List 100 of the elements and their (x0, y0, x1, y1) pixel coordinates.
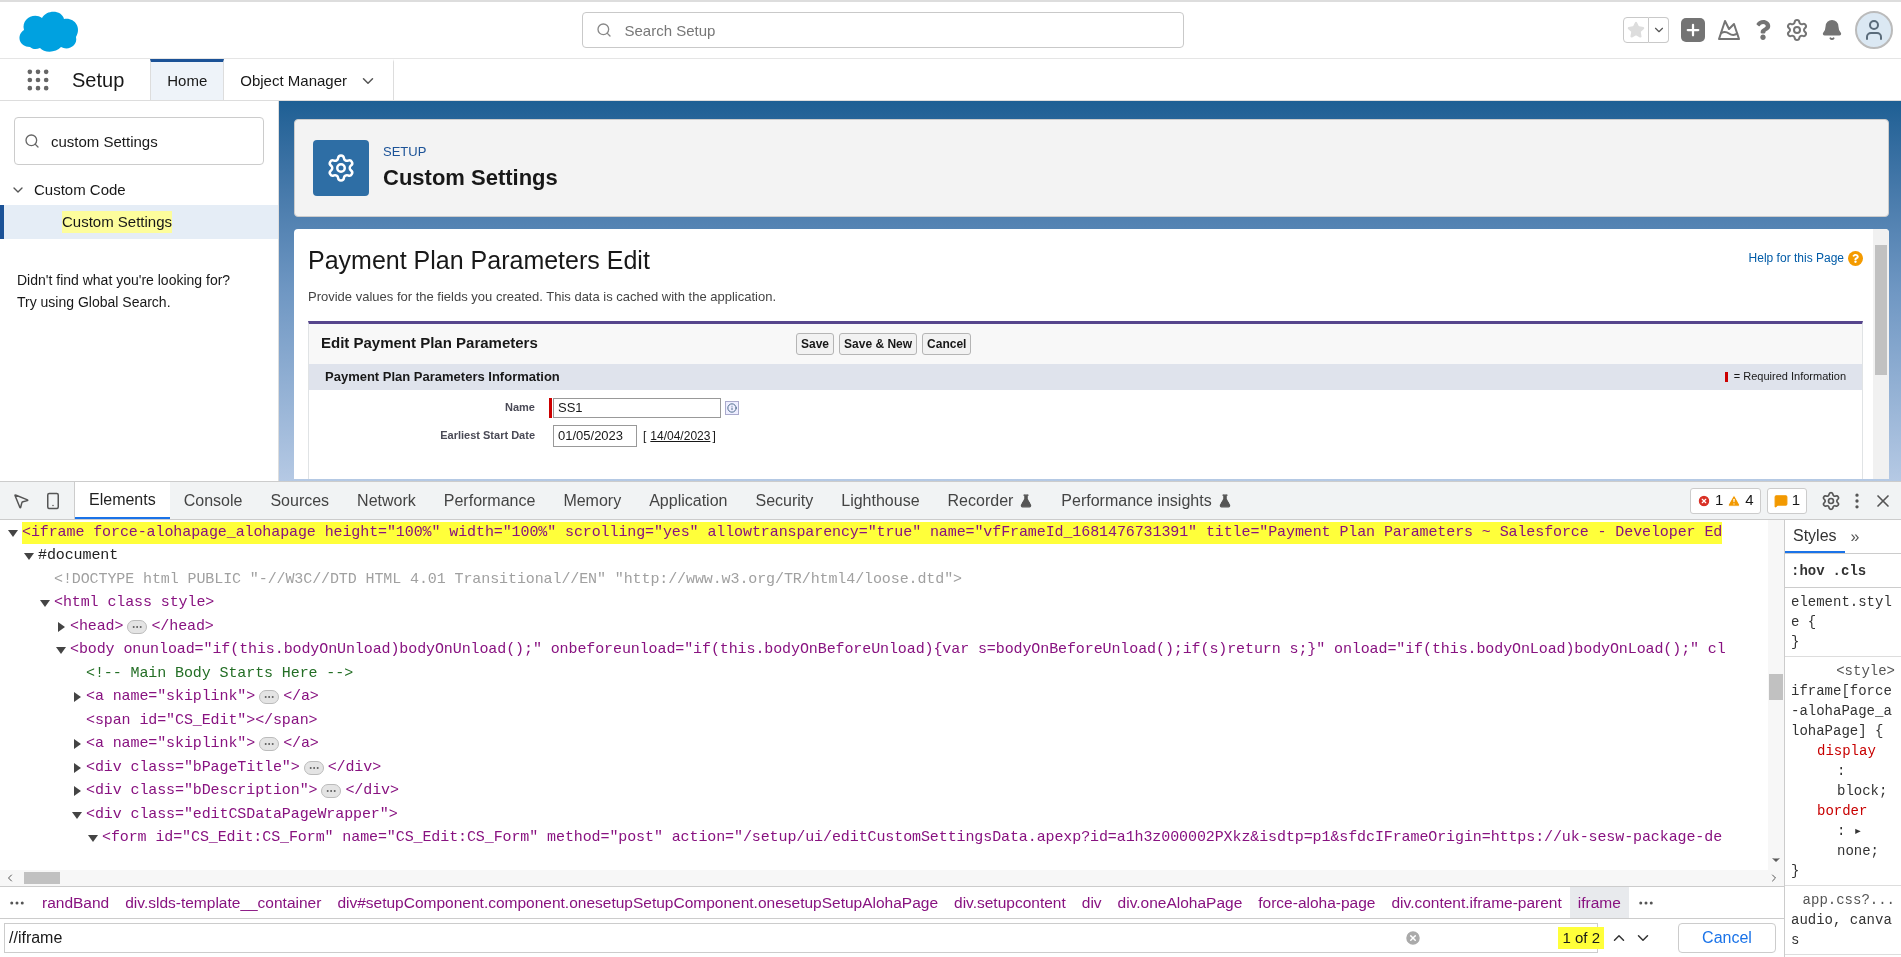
collapsed-triangle-icon[interactable] (72, 786, 82, 797)
cancel-button[interactable]: Cancel (1678, 923, 1776, 953)
breadcrumb-item[interactable]: div#setupComponent.component.onesetupSetupComponent.onesetupSetupAlohaPage (329, 887, 947, 918)
style-filter-button[interactable]: :hov (1791, 560, 1825, 581)
horizontal-scrollbar[interactable] (0, 870, 1784, 886)
devtools-tab[interactable]: Console (169, 482, 257, 519)
dom-node-text[interactable]: <form id="CS_Edit:CS_Form" name="CS_Edit:CS_Form" method="post" action="/setup/ui/editCustomSettingsData.apexp?id=a1h3z000002PXkz&isdtp=p1&sfdcIFrameOrigin=https://uk-sesw-package-de (102, 827, 1723, 850)
expanded-triangle-icon[interactable] (40, 598, 50, 609)
form-button[interactable]: Save & New (839, 332, 918, 355)
breadcrumb-item[interactable]: div.setupcontent (946, 887, 1074, 918)
mountain-icon[interactable] (1717, 18, 1741, 42)
ellipsis-badge-icon[interactable] (303, 760, 324, 775)
flask-icon (1019, 493, 1034, 508)
breadcrumb-item[interactable]: div (1073, 887, 1110, 918)
field-label: Name (504, 400, 536, 416)
devtools-tab[interactable]: Security (741, 482, 828, 519)
name-field[interactable]: SS1 (553, 397, 721, 418)
devtools-tab[interactable]: Sources (256, 482, 344, 519)
scrollbar-thumb[interactable] (1769, 674, 1783, 700)
vertical-scrollbar[interactable] (1768, 520, 1784, 870)
issues-button[interactable]: 1 (1766, 487, 1807, 514)
devtools-tab[interactable]: Performance (429, 482, 550, 519)
dom-node-text[interactable]: <a name="skiplink"> (86, 686, 256, 709)
style-property-value: : block; (1836, 762, 1889, 801)
help-link[interactable]: Help for this Page (1748, 249, 1844, 267)
style-property-value: : ▸ none; (1836, 822, 1880, 861)
breadcrumb-item[interactable]: force-aloha-page (1250, 887, 1384, 918)
breadcrumb-item[interactable]: div.slds-template__container (117, 887, 330, 918)
section-title: Payment Plan Parameters Information (325, 367, 560, 386)
form-title: Edit Payment Plan Parameters (321, 333, 539, 354)
dom-node-text[interactable]: #document (38, 545, 119, 568)
collapsed-triangle-icon[interactable] (72, 692, 82, 703)
breadcrumb-item[interactable]: iframe (1569, 887, 1629, 918)
collapsed-triangle-icon[interactable] (72, 739, 82, 750)
form-button[interactable]: Save (796, 332, 835, 355)
breadcrumb-item[interactable]: randBand (34, 887, 118, 918)
more-tabs-button[interactable]: » (1850, 526, 1860, 547)
date-field[interactable]: 01/05/2023 (553, 424, 637, 447)
devtools-tab[interactable]: Memory (549, 482, 636, 519)
dom-node-text[interactable]: <iframe force-alohapage_alohapage height="100%" width="100%" scrolling="yes" allowtransparency="true" name="vfFrameId_1681476731391" title="Payment Plan Parameters ~ Salesforce - Developer Ed (22, 521, 1723, 544)
notification-bell-icon[interactable] (1821, 19, 1843, 41)
devtools-tab[interactable]: Performance insights (1047, 482, 1246, 519)
style-selector: iframe[force-alohaPage_alohaPage] { (1791, 682, 1893, 741)
expanded-triangle-icon[interactable] (8, 527, 18, 538)
dom-node-text[interactable]: <div class="editCSDataPageWrapper"> (86, 803, 398, 826)
devtools-tab[interactable]: Recorder (933, 482, 1048, 519)
search-field[interactable]: Search Setup (581, 12, 1184, 48)
warning-icon (1727, 493, 1742, 508)
style-property-name: display (1817, 742, 1877, 761)
inspect-icon[interactable] (12, 491, 30, 510)
favorites-menu-button[interactable] (1649, 17, 1669, 43)
form-button[interactable]: Cancel (922, 332, 972, 355)
dom-node-text[interactable]: <head> (70, 615, 124, 638)
expanded-triangle-icon[interactable] (56, 645, 66, 656)
tree-item[interactable]: Custom Code (0, 175, 278, 205)
collapsed-triangle-icon[interactable] (56, 621, 66, 632)
expanded-triangle-icon[interactable] (72, 809, 82, 820)
scrollbar-thumb[interactable] (24, 872, 60, 884)
breadcrumb-item[interactable]: div.content.iframe-parent (1383, 887, 1570, 918)
ellipsis-badge-icon[interactable] (259, 737, 280, 752)
styles-tab[interactable]: Styles (1785, 520, 1845, 553)
vertical-scrollbar[interactable] (1873, 229, 1889, 479)
device-toggle-icon[interactable] (44, 491, 62, 510)
closing-tag-text: </a> (283, 734, 319, 754)
style-filter-button[interactable]: .cls (1832, 560, 1867, 581)
expanded-triangle-icon[interactable] (24, 551, 34, 562)
devtools-tab[interactable]: Network (343, 482, 430, 519)
style-source-link[interactable]: app.css?... (1802, 890, 1895, 910)
page-title: Custom Settings (383, 164, 558, 193)
dom-node-text[interactable]: <html class style> (54, 592, 215, 615)
dom-node-text[interactable]: <div class="bPageTitle"> (86, 756, 300, 779)
expanded-triangle-icon[interactable] (88, 833, 98, 844)
breadcrumb-item[interactable]: div.oneAlohaPage (1109, 887, 1251, 918)
collapsed-triangle-icon[interactable] (72, 762, 82, 773)
ellipsis-badge-icon[interactable] (127, 619, 148, 634)
ellipsis-badge-icon[interactable] (321, 784, 342, 799)
devtools-tab[interactable]: Lighthouse (827, 482, 934, 519)
devtools-tab[interactable]: Elements (75, 482, 170, 519)
ellipsis-badge-icon[interactable] (259, 690, 280, 705)
add-icon[interactable] (1681, 18, 1705, 42)
tree-item[interactable]: Custom Settings (0, 205, 278, 239)
issue-icon (1773, 493, 1788, 508)
dom-node-text[interactable]: <body onunload="if(this.bodyOnUnload)bodyOnUnload();" onbeforeunload="if(this.bodyOnBeforeUnload){var s=bodyOnBeforeUnload();if(s)return s;}" onload="if(this.bodyOnLoad)bodyOnLoad();" cl (70, 639, 1726, 662)
settings-icon[interactable] (1785, 18, 1809, 42)
dom-node-text[interactable]: <a name="skiplink"> (86, 733, 256, 756)
dom-node-text[interactable]: <div class="bDescription"> (86, 780, 318, 803)
closing-tag-text: </head> (151, 616, 214, 637)
field-label: Earliest Start Date (439, 428, 536, 444)
avatar[interactable] (1855, 11, 1893, 49)
today-date-link[interactable]: 14/04/2023 (650, 426, 711, 445)
info-icon[interactable] (725, 400, 739, 415)
devtools-tab[interactable]: Application (635, 482, 742, 519)
nav-tab[interactable]: Object Manager (224, 59, 394, 100)
console-counts-button[interactable]: 1 4 (1689, 487, 1761, 514)
style-source-link[interactable]: <style> (1836, 661, 1895, 681)
quick-find-field[interactable]: custom Settings (14, 117, 264, 165)
dom-node-text[interactable]: <span id="CS_Edit"></span> (86, 709, 318, 732)
dom-node-text[interactable]: <!-- Main Body Starts Here --> (86, 662, 354, 685)
nav-tab[interactable]: Home (150, 59, 225, 100)
settings-icon[interactable] (1821, 490, 1841, 511)
